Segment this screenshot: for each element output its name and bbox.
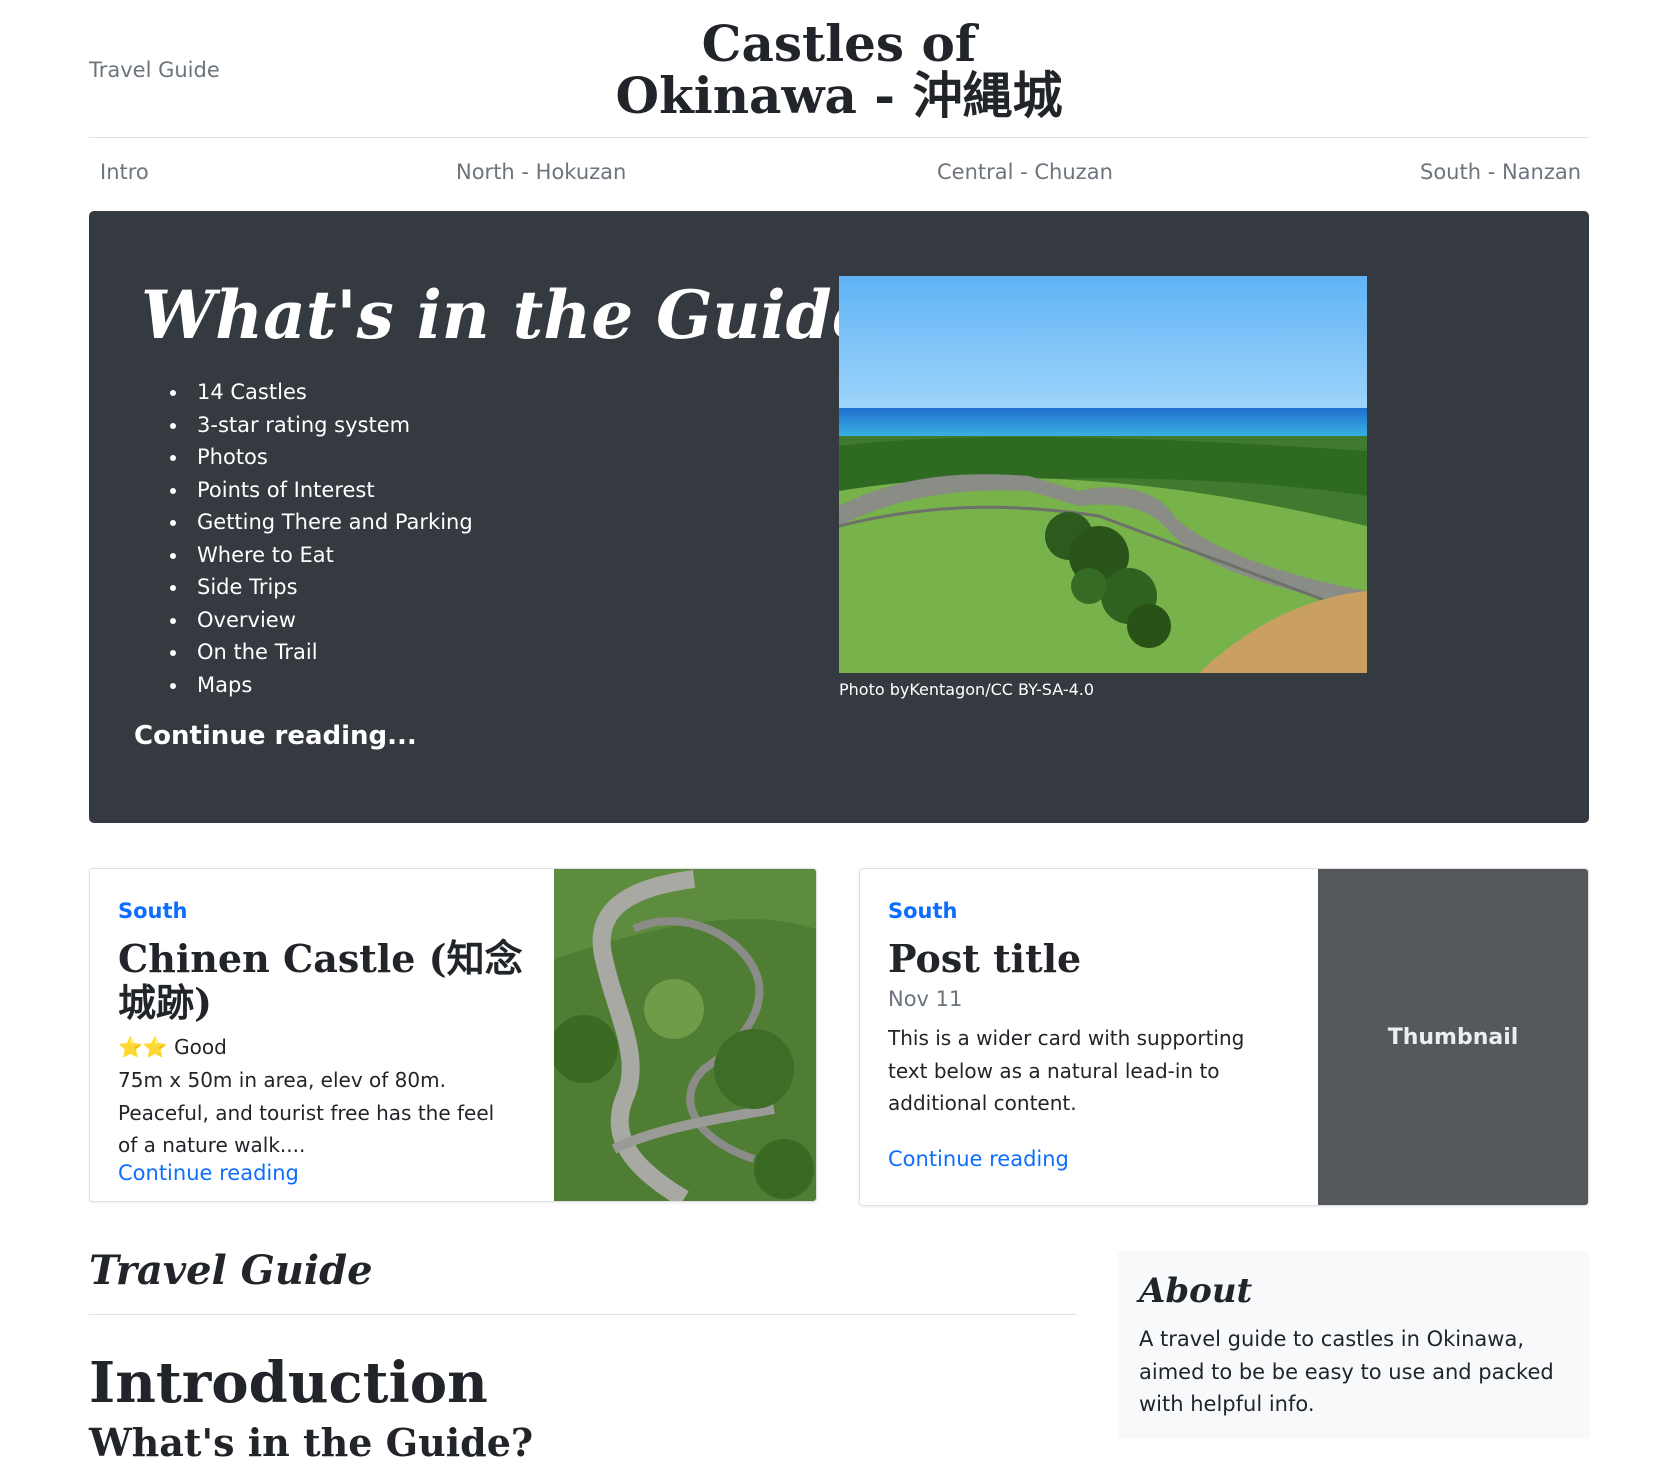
section-divider <box>89 1314 1077 1315</box>
list-item: On the Trail <box>189 636 473 669</box>
card-rating: ⭐⭐ Good <box>118 1031 227 1064</box>
card-continue-reading-link[interactable]: Continue reading <box>118 1161 299 1185</box>
list-item: Photos <box>189 441 473 474</box>
list-item: 14 Castles <box>189 376 473 409</box>
castle-photo <box>839 276 1367 673</box>
continue-reading-link[interactable]: Continue reading... <box>134 721 417 751</box>
card-description: 75m x 50m in area, elev of 80m. Peaceful… <box>118 1064 518 1162</box>
card-title: Chinen Castle (知念城跡) <box>118 936 523 1025</box>
card-category: South <box>888 899 958 923</box>
list-item: Maps <box>189 669 473 702</box>
castle-card-chinen: South Chinen Castle (知念城跡) ⭐⭐ Good 75m x… <box>89 868 817 1202</box>
castle-landscape-image <box>839 276 1367 673</box>
about-text: A travel guide to castles in Okinawa, ai… <box>1139 1327 1554 1416</box>
site-title-text: Castles of Okinawa - 沖縄城 <box>615 14 1063 125</box>
card-continue-reading-link[interactable]: Continue reading <box>888 1147 1069 1171</box>
nav-item-north[interactable]: North - Hokuzan <box>456 160 626 184</box>
list-item: Points of Interest <box>189 474 473 507</box>
guide-contents-list: 14 Castles 3-star rating system Photos P… <box>189 376 473 701</box>
about-sidebar: About A travel guide to castles in Okina… <box>1118 1251 1590 1439</box>
card-category: South <box>118 899 188 923</box>
card-text: This is a wider card with supporting tex… <box>888 1026 1245 1115</box>
card-desc-line: 75m x 50m in area, elev of 80m. <box>118 1068 446 1092</box>
list-item: Side Trips <box>189 571 473 604</box>
aerial-castle-image <box>554 869 816 1201</box>
card-thumbnail <box>554 869 816 1201</box>
featured-jumbotron: What's in the Guide? 14 Castles 3-star r… <box>89 211 1589 823</box>
introduction-subheading: What's in the Guide? <box>89 1420 534 1462</box>
card-desc-line: Peaceful, and tourist free has the feel … <box>118 1100 495 1158</box>
rating-label: Good <box>174 1035 227 1059</box>
thumbnail-label: Thumbnail <box>1387 1024 1519 1050</box>
nav-item-intro[interactable]: Intro <box>100 160 149 184</box>
list-item: Overview <box>189 604 473 637</box>
list-item: Getting There and Parking <box>189 506 473 539</box>
star-icon: ⭐⭐ <box>118 1035 168 1059</box>
post-card: South Post title Nov 11 This is a wider … <box>859 868 1589 1206</box>
nav-item-central[interactable]: Central - Chuzan <box>937 160 1113 184</box>
jumbotron-title: What's in the Guide? <box>141 276 913 354</box>
site-header: Travel Guide Castles of Okinawa - 沖縄城 <box>89 0 1589 138</box>
site-title[interactable]: Castles of Okinawa - 沖縄城 <box>89 18 1589 122</box>
photo-credit: Photo byKentagon/CC BY-SA-4.0 <box>839 680 1095 699</box>
introduction-heading: Introduction <box>89 1350 488 1416</box>
list-item: 3-star rating system <box>189 409 473 442</box>
list-item: Where to Eat <box>189 539 473 572</box>
card-title: Post title <box>888 936 1082 981</box>
about-title: About <box>1139 1271 1253 1311</box>
main-nav: Intro North - Hokuzan Central - Chuzan S… <box>89 138 1589 210</box>
card-date: Nov 11 <box>888 987 963 1011</box>
section-title: Travel Guide <box>89 1247 373 1294</box>
nav-item-south[interactable]: South - Nanzan <box>1420 160 1581 184</box>
card-thumbnail-placeholder: Thumbnail <box>1318 869 1588 1205</box>
